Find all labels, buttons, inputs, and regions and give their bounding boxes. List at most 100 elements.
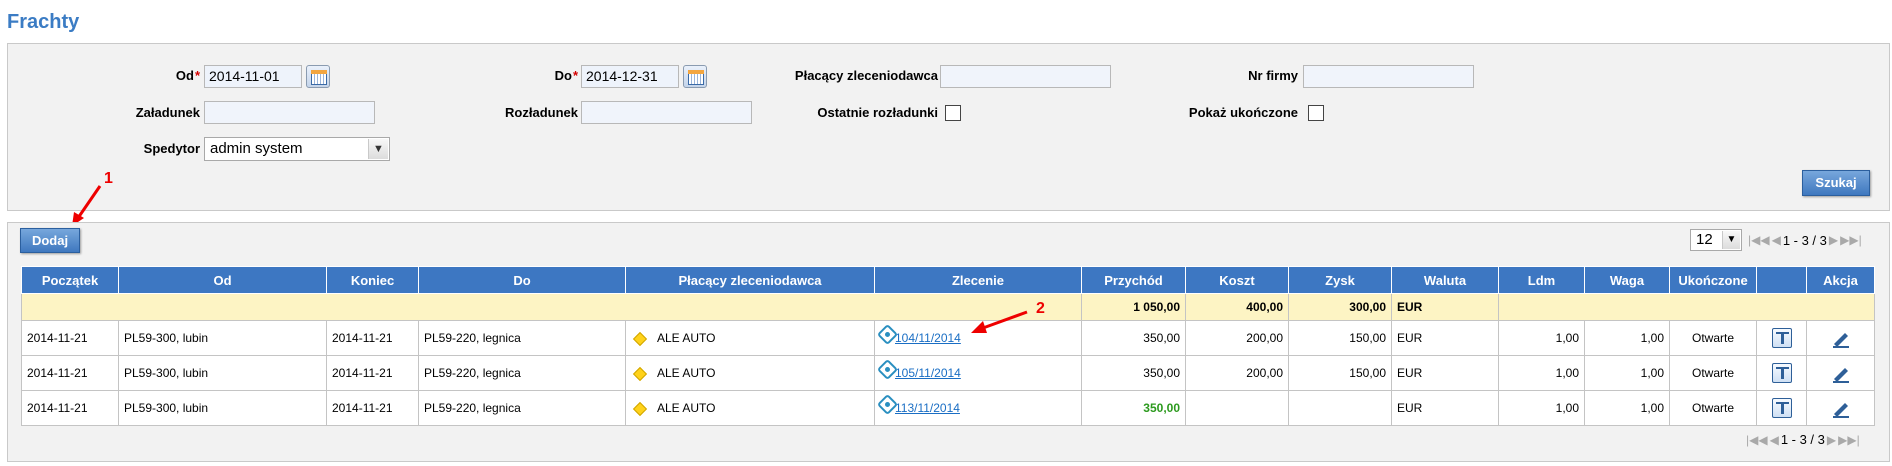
column-header[interactable]: Ldm: [1498, 266, 1585, 294]
details-icon[interactable]: [1771, 363, 1792, 383]
column-header[interactable]: Od: [118, 266, 327, 294]
od-date-input[interactable]: 2014-11-01: [204, 65, 302, 88]
to-cell: PL59-220, legnica: [418, 320, 626, 356]
last-page-icon[interactable]: ▶▶|: [1838, 433, 1860, 447]
weight-cell: 1,00: [1584, 320, 1670, 356]
do-date-input[interactable]: 2014-12-31: [581, 65, 679, 88]
od-calendar-icon[interactable]: [306, 65, 330, 88]
income-cell: 350,00: [1081, 355, 1186, 391]
currency-cell: EUR: [1391, 390, 1499, 426]
pager-text: 1 - 3 / 3: [1782, 232, 1827, 248]
chevron-down-icon: ▼: [1722, 231, 1740, 249]
forwarder-select[interactable]: admin system ▼: [204, 137, 390, 161]
column-header[interactable]: Do: [418, 266, 626, 294]
column-header[interactable]: Koniec: [326, 266, 419, 294]
do-calendar-icon[interactable]: [683, 65, 707, 88]
order-link[interactable]: 105/11/2014: [895, 366, 961, 380]
payer-name: ALE AUTO: [657, 331, 716, 345]
unloading-input[interactable]: [581, 101, 752, 124]
page-size-select[interactable]: 12 ▼: [1690, 229, 1742, 251]
column-header[interactable]: Ukończone: [1669, 266, 1757, 294]
profit-cell: [1288, 390, 1392, 426]
status-cell: Otwarte: [1669, 320, 1757, 356]
column-header[interactable]: Przychód: [1081, 266, 1186, 294]
edit-pencil-icon[interactable]: [1830, 397, 1852, 419]
next-page-icon[interactable]: ▶: [1829, 233, 1838, 247]
show-completed-checkbox[interactable]: [1308, 105, 1324, 121]
firm-no-input[interactable]: [1303, 65, 1474, 88]
column-header[interactable]: Początek: [21, 266, 119, 294]
order-link[interactable]: 113/11/2014: [895, 401, 960, 415]
prev-page-icon[interactable]: ◀: [1770, 433, 1779, 447]
freight-table: Początek Od Koniec Do Płacący zlecenioda…: [21, 266, 1875, 426]
summary-row: 1 050,00 400,00 300,00 EUR: [21, 293, 1875, 321]
payer-name: ALE AUTO: [657, 401, 716, 415]
from-cell: PL59-300, lubin: [118, 390, 327, 426]
income-cell: 350,00: [1081, 390, 1186, 426]
top-pager: 12 ▼ |◀◀ ◀ 1 - 3 / 3 ▶ ▶▶|: [1690, 229, 1862, 251]
od-label: Od*: [128, 64, 200, 88]
cost-cell: 200,00: [1185, 320, 1289, 356]
last-unloadings-checkbox[interactable]: [945, 105, 961, 121]
to-cell: PL59-220, legnica: [418, 390, 626, 426]
payer-input[interactable]: [940, 65, 1111, 88]
required-mark: *: [194, 68, 200, 83]
status-cell: Otwarte: [1669, 355, 1757, 391]
cost-cell: 200,00: [1185, 355, 1289, 391]
column-header[interactable]: Zlecenie: [874, 266, 1082, 294]
from-cell: PL59-300, lubin: [118, 320, 327, 356]
payer-label: Płacący zleceniodawca: [794, 68, 938, 83]
ldm-cell: 1,00: [1498, 390, 1585, 426]
income-cell: 350,00: [1081, 320, 1186, 356]
page-title: Frachty: [7, 11, 80, 33]
column-header[interactable]: Płacący zleceniodawca: [625, 266, 875, 294]
last-page-icon[interactable]: ▶▶|: [1840, 233, 1862, 247]
column-header[interactable]: Waga: [1584, 266, 1670, 294]
edit-pencil-icon[interactable]: [1830, 327, 1852, 349]
table-row[interactable]: 2014-11-21 PL59-300, lubin 2014-11-21 PL…: [21, 390, 1875, 426]
do-label: Do*: [498, 64, 578, 88]
table-row[interactable]: 2014-11-21 PL59-300, lubin 2014-11-21 PL…: [21, 320, 1875, 356]
summary-cost: 400,00: [1185, 293, 1289, 321]
prev-page-icon[interactable]: ◀: [1772, 233, 1781, 247]
next-page-icon[interactable]: ▶: [1827, 433, 1836, 447]
payer-cell: ALE AUTO: [625, 355, 875, 391]
table-row[interactable]: 2014-11-21 PL59-300, lubin 2014-11-21 PL…: [21, 355, 1875, 391]
start-date-cell: 2014-11-21: [21, 390, 119, 426]
diamond-icon: [632, 366, 648, 381]
forwarder-select-value: admin system: [210, 140, 303, 157]
currency-cell: EUR: [1391, 320, 1499, 356]
ldm-cell: 1,00: [1498, 355, 1585, 391]
to-cell: PL59-220, legnica: [418, 355, 626, 391]
column-header[interactable]: Waluta: [1391, 266, 1499, 294]
profit-cell: 150,00: [1288, 355, 1392, 391]
order-link[interactable]: 104/11/2014: [895, 331, 961, 345]
first-page-icon[interactable]: |◀◀: [1748, 233, 1770, 247]
unloading-label: Rozładunek: [505, 105, 578, 120]
weight-cell: 1,00: [1584, 390, 1670, 426]
edit-pencil-icon[interactable]: [1830, 362, 1852, 384]
column-header[interactable]: Koszt: [1185, 266, 1289, 294]
diamond-icon: [632, 331, 648, 346]
currency-cell: EUR: [1391, 355, 1499, 391]
profit-cell: 150,00: [1288, 320, 1392, 356]
loading-input[interactable]: [204, 101, 375, 124]
filter-panel: Od* 2014-11-01 Do* 2014-12-31 Płacący zl…: [7, 43, 1890, 211]
details-icon[interactable]: [1771, 328, 1792, 348]
loading-label: Załadunek: [135, 105, 200, 120]
end-date-cell: 2014-11-21: [326, 320, 419, 356]
bottom-pager: |◀◀ ◀ 1 - 3 / 3 ▶ ▶▶|: [1746, 432, 1860, 447]
summary-profit: 300,00: [1288, 293, 1392, 321]
first-page-icon[interactable]: |◀◀: [1746, 433, 1768, 447]
payer-cell: ALE AUTO: [625, 390, 875, 426]
forwarder-label: Spedytor: [143, 141, 200, 156]
column-header: [1756, 266, 1807, 294]
search-button[interactable]: Szukaj: [1802, 170, 1870, 196]
annotation-marker-2: 2: [1036, 300, 1045, 317]
summary-currency: EUR: [1391, 293, 1499, 321]
payer-cell: ALE AUTO: [625, 320, 875, 356]
details-icon[interactable]: [1771, 398, 1792, 418]
add-button[interactable]: Dodaj: [20, 228, 80, 253]
firm-no-label: Nr firmy: [1248, 68, 1298, 83]
column-header[interactable]: Zysk: [1288, 266, 1392, 294]
